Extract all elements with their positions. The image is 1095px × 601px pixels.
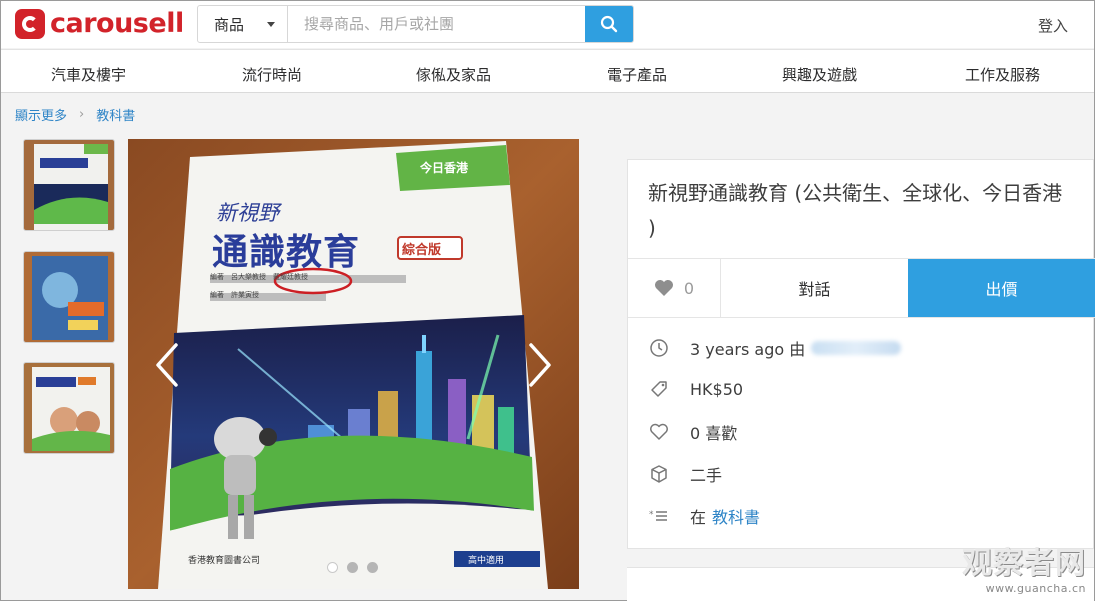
nav-item-jobs-services[interactable]: 工作及服務 bbox=[965, 64, 1040, 85]
login-link[interactable]: 登入 bbox=[1038, 15, 1068, 36]
likes-row: 0 喜歡 bbox=[648, 420, 737, 444]
make-offer-button[interactable]: 出價 bbox=[908, 259, 1095, 317]
book-authors-line2: 編著 許業寅授 bbox=[210, 291, 259, 299]
search-bar: 商品 bbox=[197, 5, 634, 43]
book-edition: 綜合版 bbox=[402, 243, 442, 258]
category-prefix: 在 bbox=[690, 508, 707, 527]
watermark-text: 观察者网 bbox=[962, 546, 1086, 581]
camera-logo-icon bbox=[15, 8, 45, 39]
breadcrumb-show-more[interactable]: 顯示更多 bbox=[15, 105, 67, 124]
box-icon bbox=[648, 463, 670, 485]
price: HK$50 bbox=[690, 379, 744, 399]
search-category-select[interactable]: 商品 bbox=[198, 6, 288, 42]
category-row: * 在 教科書 bbox=[648, 504, 760, 528]
carousel-dot-3[interactable] bbox=[367, 562, 378, 573]
caret-down-icon bbox=[267, 22, 275, 27]
likes-text: 0 喜歡 bbox=[690, 424, 738, 443]
listing-title: 新視野通識教育 (公共衛生、全球化、今日香港 ) bbox=[648, 181, 1063, 240]
category-nav: 汽車及樓宇 流行時尚 傢俬及家品 電子產品 興趣及遊戲 工作及服務 bbox=[1, 49, 1094, 93]
listing-photo[interactable]: 新視野 通識教育 綜合版 今日香港 編著 呂大樂教授 戴耀廷教授 編著 許業寅授… bbox=[128, 139, 579, 589]
carousel-dot-1[interactable] bbox=[327, 562, 338, 573]
book-cover-photo bbox=[128, 139, 579, 589]
posted-row: 3 years ago 由 bbox=[648, 336, 902, 360]
price-row: HK$50 bbox=[648, 378, 743, 400]
category-link[interactable]: 教科書 bbox=[712, 504, 760, 528]
book-cover-thumbnail-image bbox=[24, 363, 114, 453]
heart-icon bbox=[654, 280, 673, 296]
book-cover-thumbnail-image bbox=[24, 252, 114, 342]
like-button[interactable]: 0 bbox=[628, 259, 721, 317]
book-cover-thumbnail-image bbox=[24, 140, 114, 230]
watermark-url: www.guancha.cn bbox=[985, 582, 1086, 595]
nav-item-electronics[interactable]: 電子產品 bbox=[607, 64, 667, 85]
book-publisher: 香港教育圖書公司 bbox=[188, 556, 261, 566]
chevron-right-icon: › bbox=[79, 107, 85, 122]
breadcrumb: 顯示更多 › 教科書 bbox=[15, 105, 135, 124]
next-image-arrow-icon[interactable] bbox=[525, 341, 555, 389]
like-count: 0 bbox=[683, 278, 695, 298]
thumbnail-2[interactable] bbox=[23, 251, 115, 343]
price-tag-icon bbox=[648, 378, 670, 400]
previous-image-arrow-icon[interactable] bbox=[152, 341, 182, 389]
search-icon bbox=[600, 15, 618, 33]
chat-button[interactable]: 對話 bbox=[721, 259, 908, 317]
clock-icon bbox=[648, 337, 670, 359]
carousell-logo[interactable]: carousell bbox=[15, 8, 184, 39]
condition: 二手 bbox=[690, 466, 723, 485]
nav-item-hobbies-games[interactable]: 興趣及遊戲 bbox=[782, 64, 857, 85]
book-corner-badge: 今日香港 bbox=[420, 161, 469, 175]
thumbnail-1[interactable] bbox=[23, 139, 115, 231]
list-icon: * bbox=[648, 505, 670, 527]
nav-item-furniture[interactable]: 傢俬及家品 bbox=[416, 64, 491, 85]
book-title-large: 通識教育 bbox=[212, 232, 361, 273]
listing-actions: 0 對話 出價 bbox=[628, 258, 1095, 318]
search-button[interactable] bbox=[585, 6, 633, 42]
breadcrumb-textbooks[interactable]: 教科書 bbox=[96, 105, 135, 124]
posted-time: 3 years ago 由 bbox=[690, 340, 806, 359]
listing-info-card: 新視野通識教育 (公共衛生、全球化、今日香港 ) 0 對話 出價 3 years… bbox=[627, 159, 1095, 549]
nav-item-fashion[interactable]: 流行時尚 bbox=[242, 64, 302, 85]
book-authors-line1: 編著 呂大樂教授 戴耀廷教授 bbox=[210, 273, 308, 281]
condition-row: 二手 bbox=[648, 462, 722, 486]
nav-item-cars-property[interactable]: 汽車及樓宇 bbox=[51, 64, 126, 85]
top-bar: carousell 商品 登入 bbox=[1, 1, 1094, 48]
thumbnail-3[interactable] bbox=[23, 362, 115, 454]
search-input[interactable] bbox=[288, 6, 585, 42]
svg-text:*: * bbox=[649, 510, 654, 520]
logo-text: carousell bbox=[50, 8, 184, 39]
heart-outline-icon bbox=[648, 421, 670, 443]
search-category-label: 商品 bbox=[214, 15, 245, 34]
seller-username-blurred[interactable] bbox=[811, 341, 902, 355]
book-level-tag: 高中適用 bbox=[468, 556, 505, 566]
carousel-dot-2[interactable] bbox=[347, 562, 358, 573]
carousel-dots bbox=[327, 562, 378, 573]
watermark: 观察者网 www.guancha.cn bbox=[962, 538, 1086, 595]
